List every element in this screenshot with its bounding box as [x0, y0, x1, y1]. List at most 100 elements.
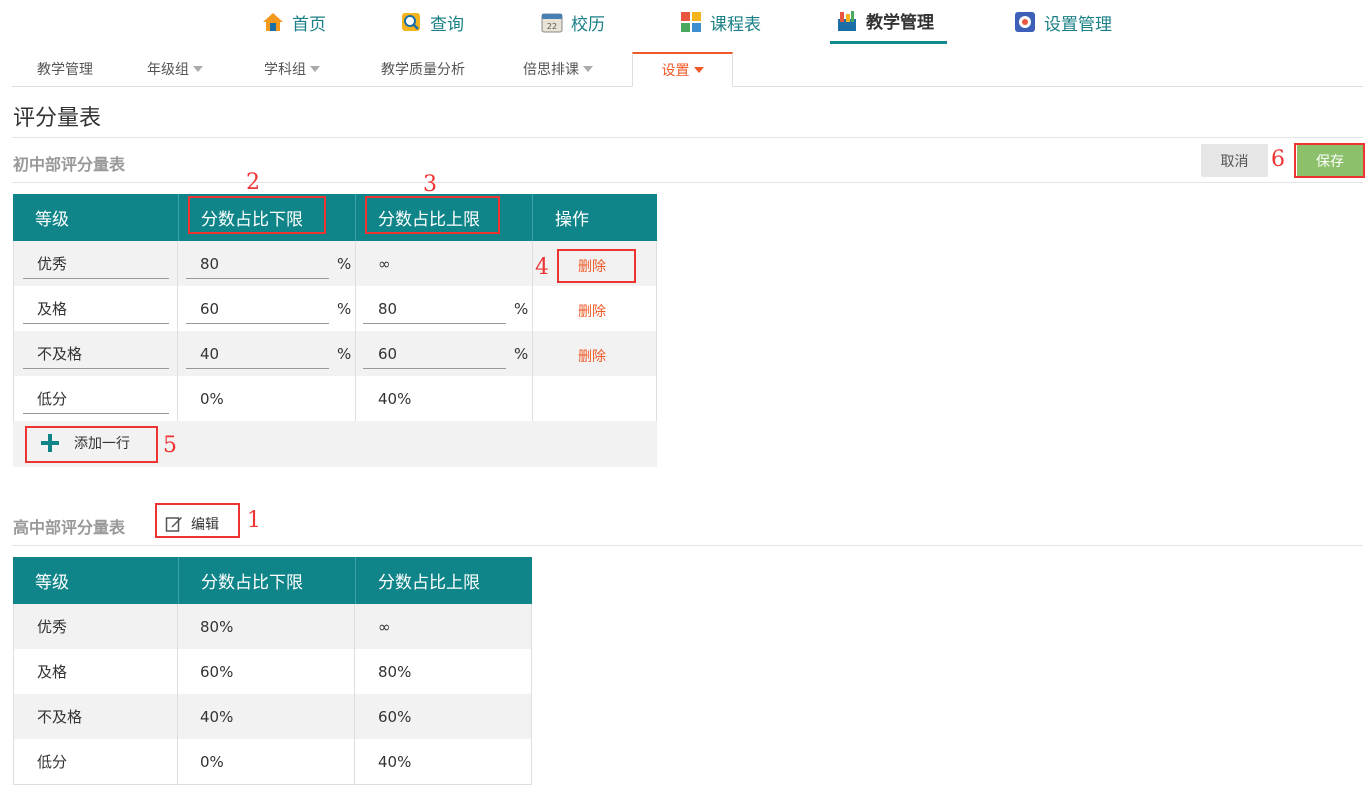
- table-border: [13, 604, 14, 785]
- upper-cell: 80%: [378, 662, 412, 681]
- input-underline: [186, 323, 329, 324]
- senior-section-title: 高中部评分量表: [13, 518, 126, 537]
- settings-icon: [1015, 12, 1035, 32]
- upper-input[interactable]: 80: [378, 286, 397, 331]
- grade-input[interactable]: 优秀: [37, 241, 67, 286]
- nav-timetable[interactable]: 课程表: [680, 0, 761, 44]
- lower-cell: 40%: [200, 707, 234, 726]
- table-row: [13, 286, 657, 331]
- annotation-box-save: [1294, 143, 1365, 178]
- tab-grade-group-label: 年级组: [147, 62, 189, 78]
- upper-value: ∞: [378, 254, 391, 273]
- annotation-2: 2: [246, 170, 260, 195]
- table-row: [13, 376, 657, 421]
- tab-subject-group[interactable]: 学科组: [264, 52, 320, 86]
- delete-button[interactable]: 删除: [578, 301, 606, 321]
- table-border: [656, 241, 657, 421]
- calendar-icon: 22: [541, 13, 563, 33]
- grade-cell: 优秀: [37, 618, 68, 636]
- lower-input[interactable]: 40: [200, 331, 219, 376]
- annotation-box-delete: [557, 249, 636, 283]
- annotation-box-add: [25, 426, 158, 463]
- caret-down-icon: [583, 66, 593, 72]
- table-border: [354, 604, 355, 785]
- home-icon: [263, 13, 283, 31]
- tab-settings[interactable]: 设置: [632, 52, 733, 87]
- nav-settings[interactable]: 设置管理: [1014, 0, 1112, 44]
- annotation-box-upper: [365, 196, 500, 234]
- grade-cell: 不及格: [37, 708, 83, 726]
- percent-label: %: [337, 300, 352, 318]
- annotation-box-lower: [188, 196, 326, 234]
- col-header-grade: 等级: [13, 557, 178, 604]
- annotation-6: 6: [1271, 147, 1285, 172]
- upper-cell: ∞: [378, 617, 391, 636]
- tab-teaching[interactable]: 教学管理: [37, 52, 93, 86]
- nav-home-label: 首页: [292, 14, 326, 35]
- table-border: [355, 241, 356, 421]
- table-row: [13, 331, 657, 376]
- table-border: [177, 241, 178, 421]
- table-border: [177, 604, 178, 785]
- nav-calendar[interactable]: 22 校历: [541, 0, 605, 44]
- caret-down-icon: [310, 66, 320, 72]
- input-underline: [363, 368, 506, 369]
- nav-search[interactable]: 查询: [400, 0, 464, 44]
- upper-input[interactable]: 60: [378, 331, 397, 376]
- lower-cell: 0%: [200, 752, 224, 771]
- caret-down-icon: [193, 66, 203, 72]
- grade-cell: 及格: [37, 663, 68, 681]
- input-underline: [23, 368, 169, 369]
- table-row: [13, 604, 532, 649]
- input-underline: [186, 368, 329, 369]
- tab-scheduling[interactable]: 倍思排课: [523, 52, 593, 86]
- lower-value: 0%: [200, 389, 224, 408]
- divider: [12, 182, 1363, 183]
- lower-input[interactable]: 60: [200, 286, 219, 331]
- tab-teaching-label: 教学管理: [37, 62, 93, 78]
- nav-home[interactable]: 首页: [262, 0, 326, 44]
- annotation-3: 3: [423, 172, 437, 197]
- junior-section-title: 初中部评分量表: [13, 155, 126, 174]
- delete-button[interactable]: 删除: [578, 346, 606, 366]
- nav-teaching[interactable]: 教学管理: [830, 0, 947, 44]
- nav-timetable-label: 课程表: [710, 14, 761, 35]
- grade-input[interactable]: 低分: [37, 376, 67, 421]
- table-row: [13, 694, 532, 739]
- col-header-upper: 分数占比上限: [355, 557, 532, 604]
- lower-input[interactable]: 80: [200, 241, 219, 286]
- annotation-box-edit: [155, 503, 240, 538]
- grade-cell: 低分: [37, 753, 68, 771]
- svg-text:22: 22: [547, 22, 557, 31]
- percent-label: %: [514, 345, 529, 363]
- input-underline: [23, 278, 169, 279]
- upper-value: 40%: [378, 389, 412, 408]
- tab-quality-analysis-label: 教学质量分析: [381, 62, 465, 78]
- percent-label: %: [337, 345, 352, 363]
- tab-quality-analysis[interactable]: 教学质量分析: [381, 52, 465, 86]
- input-underline: [363, 323, 506, 324]
- search-icon: [402, 13, 420, 31]
- grade-input[interactable]: 及格: [37, 286, 67, 331]
- input-underline: [23, 323, 169, 324]
- cancel-button[interactable]: 取消: [1201, 144, 1268, 177]
- top-navigation: 首页 查询 22 校历 课程表 教学管理 设置管理: [0, 0, 1371, 44]
- nav-search-label: 查询: [430, 14, 464, 35]
- page-title: 评分量表: [13, 106, 102, 131]
- lower-cell: 60%: [200, 662, 234, 681]
- nav-settings-label: 设置管理: [1044, 14, 1112, 35]
- annotation-1: 1: [247, 508, 261, 533]
- percent-label: %: [514, 300, 529, 318]
- col-header-grade: 等级: [13, 194, 178, 241]
- table-border: [531, 604, 532, 785]
- table-border: [13, 241, 14, 421]
- tab-grade-group[interactable]: 年级组: [147, 52, 203, 86]
- upper-cell: 60%: [378, 707, 412, 726]
- grade-input[interactable]: 不及格: [37, 331, 82, 376]
- lower-cell: 80%: [200, 617, 234, 636]
- percent-label: %: [337, 255, 352, 273]
- divider: [12, 545, 1363, 546]
- table-border: [532, 241, 533, 421]
- divider: [12, 137, 1363, 138]
- teaching-icon: [838, 10, 856, 31]
